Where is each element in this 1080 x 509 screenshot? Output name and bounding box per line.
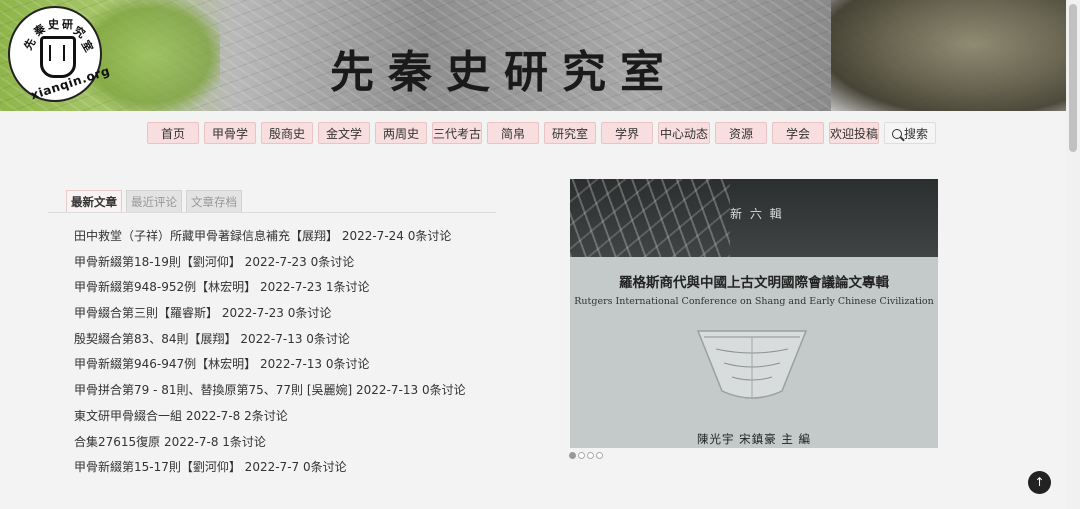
article-link[interactable]: 甲骨新綴第946-947例【林宏明】 2022-7-13 0条讨论	[74, 354, 466, 380]
back-to-top-button[interactable]: ↑	[1028, 471, 1051, 494]
main-nav: 首页 甲骨学 殷商史 金文学 两周史 三代考古 简帛 研究室 学界 中心动态 资…	[147, 122, 936, 144]
logo-glyph: 史	[48, 18, 59, 31]
logo-glyph: 先	[21, 36, 39, 53]
tab-archives[interactable]: 文章存档	[186, 190, 242, 213]
article-link[interactable]: 甲骨拼合第79 - 81則、替換原第75、77則 [吳麗婉] 2022-7-13…	[74, 380, 466, 406]
inscription-rubbing-image	[570, 179, 730, 257]
nav-item-oracle-bones[interactable]: 甲骨学	[204, 122, 256, 144]
nav-item-zhou-history[interactable]: 两周史	[375, 122, 427, 144]
tab-latest-articles[interactable]: 最新文章	[66, 190, 122, 213]
slider-dot[interactable]	[578, 452, 585, 459]
book-editors: 陳光宇 宋鎮豪 主 編	[697, 432, 811, 446]
nav-item-bronze-inscriptions[interactable]: 金文学	[318, 122, 370, 144]
nav-item-submissions[interactable]: 欢迎投稿	[829, 122, 879, 144]
nav-item-archaeology[interactable]: 三代考古	[432, 122, 482, 144]
banner-bronze-vessel-image	[831, 0, 1066, 111]
nav-item-yin-shang-history[interactable]: 殷商史	[261, 122, 313, 144]
site-logo[interactable]: 先 秦 史 研 究 室 xianqin.org	[8, 6, 112, 102]
slider-dot[interactable]	[587, 452, 594, 459]
article-link[interactable]: 甲骨新綴第948-952例【林宏明】 2022-7-23 1条讨论	[74, 277, 466, 303]
article-link[interactable]: 東文研甲骨綴合一組 2022-7-8 2条讨论	[74, 406, 466, 432]
nav-item-society[interactable]: 学会	[772, 122, 824, 144]
nav-item-home[interactable]: 首页	[147, 122, 199, 144]
nav-item-bamboo-silk[interactable]: 简帛	[487, 122, 539, 144]
book-edition: 新 六 輯	[730, 207, 784, 221]
arrow-up-icon: ↑	[1034, 475, 1045, 489]
nav-item-research-office[interactable]: 研究室	[544, 122, 596, 144]
header-banner: 先 秦 史 研 究 室 xianqin.org 先秦史研究室	[0, 0, 1066, 111]
article-link[interactable]: 甲骨新綴第15-17則【劉河仰】 2022-7-7 0条讨论	[74, 457, 466, 483]
bronze-vessel-illustration	[696, 330, 808, 399]
nav-item-academia[interactable]: 学界	[601, 122, 653, 144]
tab-recent-comments[interactable]: 最近评论	[126, 190, 182, 213]
page-scrollbar[interactable]	[1066, 0, 1080, 509]
logo-seal-icon	[40, 36, 76, 78]
logo-glyph: 研	[62, 18, 73, 31]
article-link[interactable]: 合集27615復原 2022-7-8 1条讨论	[74, 432, 466, 458]
featured-slider[interactable]: 新 六 輯 羅格斯商代與中國上古文明國際會議論文專輯 Rutgers Inter…	[570, 179, 938, 448]
article-link[interactable]: 田中救堂（子祥）所藏甲骨著録信息補充【展翔】 2022-7-24 0条讨论	[74, 226, 466, 252]
article-tabs: 最新文章 最近评论 文章存档	[66, 190, 242, 213]
slider-dot[interactable]	[596, 452, 603, 459]
tab-divider	[48, 212, 496, 213]
article-link[interactable]: 殷契綴合第83、84則【展翔】 2022-7-13 0条讨论	[74, 329, 466, 355]
site-title: 先秦史研究室	[330, 47, 678, 98]
search-label: 搜索	[903, 127, 928, 141]
scrollbar-thumb[interactable]	[1069, 4, 1077, 152]
logo-glyph: 室	[78, 38, 96, 55]
slider-pagination	[569, 452, 603, 459]
nav-item-center-news[interactable]: 中心动态	[658, 122, 710, 144]
article-list: 田中救堂（子祥）所藏甲骨著録信息補充【展翔】 2022-7-24 0条讨论 甲骨…	[74, 226, 466, 483]
book-title-cn: 羅格斯商代與中國上古文明國際會議論文專輯	[619, 275, 889, 291]
article-link[interactable]: 甲骨綴合第三則【羅睿斯】 2022-7-23 0条讨论	[74, 303, 466, 329]
book-title-en: Rutgers International Conference on Shan…	[574, 296, 934, 307]
nav-item-resources[interactable]: 资源	[715, 122, 767, 144]
slider-dot[interactable]	[569, 452, 576, 459]
nav-item-search[interactable]: 搜索	[884, 122, 936, 144]
article-link[interactable]: 甲骨新綴第18-19則【劉河仰】 2022-7-23 0条讨论	[74, 252, 466, 278]
search-icon	[891, 128, 902, 139]
